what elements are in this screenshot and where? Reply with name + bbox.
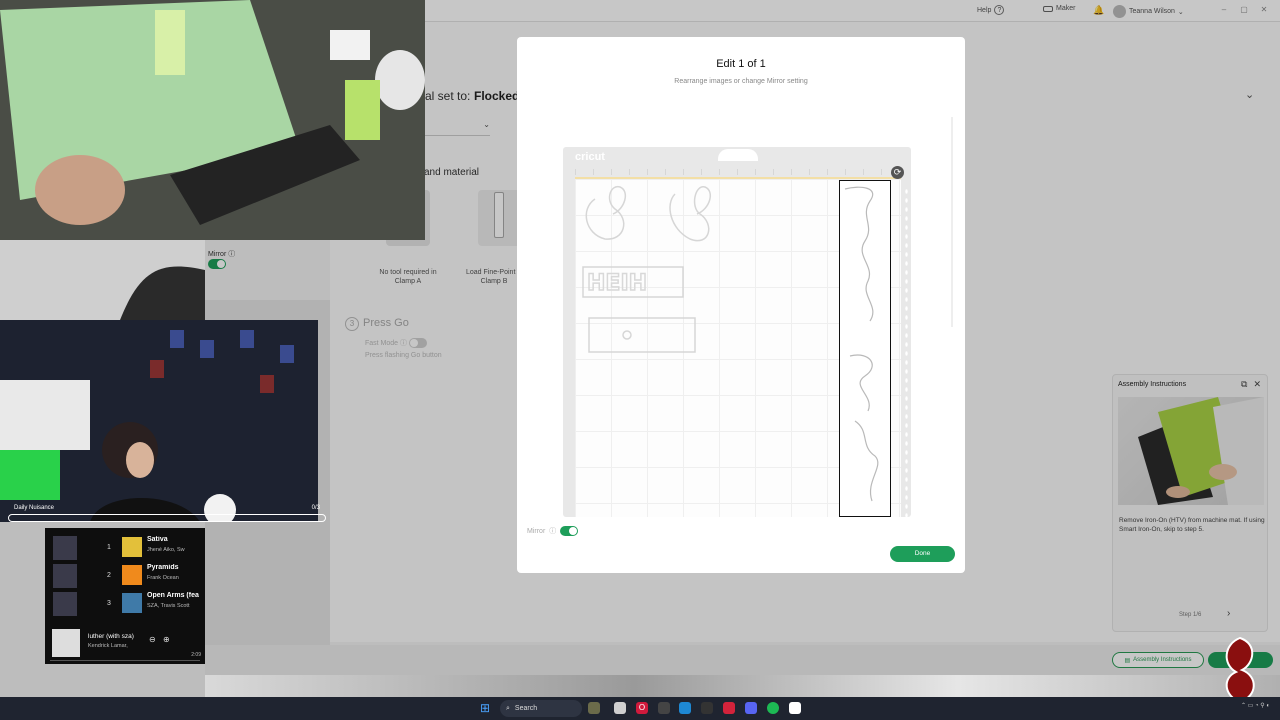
now-playing-progress <box>50 660 200 661</box>
modal-scrollbar[interactable] <box>951 117 953 327</box>
requester-avatars <box>53 564 77 588</box>
script-text-design <box>844 186 879 502</box>
streamer-logo <box>1218 634 1262 706</box>
search-icon: ⌕ <box>506 704 510 712</box>
taskbar-search[interactable]: ⌕ Search <box>500 700 582 717</box>
app-icon[interactable] <box>679 702 691 714</box>
mat-brand: cricut <box>575 151 605 163</box>
info-icon: ⓘ <box>549 528 557 535</box>
list-item: 2 Pyramids Frank Ocean <box>45 562 205 590</box>
mat-notch <box>718 149 758 161</box>
music-widget: 1 Sativa Jhené Aiko, Sw 2 Pyramids Frank… <box>45 528 205 664</box>
mat-side-dots <box>904 187 909 517</box>
svg-text:HEIH: HEIH <box>587 271 647 296</box>
discord-icon[interactable] <box>745 702 757 714</box>
windows-start-icon[interactable]: ⊞ <box>480 702 492 714</box>
cut-shape-swirl-2 <box>669 186 712 242</box>
facecam-image <box>0 320 318 522</box>
song-rank: 3 <box>107 600 111 607</box>
subgoal-count: 0/3 <box>311 505 320 511</box>
windows-taskbar: ⊞ ⌕ Search O ⌃ ▭ ◔ ⚲ ◐ <box>0 697 1280 720</box>
song-artist: Frank Ocean <box>147 575 179 581</box>
edit-mat-modal: Edit 1 of 1 Rearrange images or change M… <box>517 37 965 573</box>
opera-icon[interactable]: O <box>636 702 648 714</box>
requester-avatars <box>53 592 77 616</box>
app-icon[interactable] <box>723 702 735 714</box>
refresh-icon[interactable]: ⟳ <box>891 166 904 179</box>
cut-shape-word-2 <box>588 317 696 353</box>
modal-title: Edit 1 of 1 <box>716 58 766 70</box>
subgoal-progress-bar <box>8 514 326 522</box>
mat-cut-shapes: HEIH <box>582 186 712 353</box>
widgets-icon[interactable] <box>588 702 600 714</box>
streamer-logo-image <box>1225 636 1255 704</box>
epic-games-icon[interactable] <box>701 702 713 714</box>
song-rank: 1 <box>107 544 111 551</box>
room-camera-image <box>0 240 205 320</box>
now-playing-art <box>52 629 80 657</box>
done-button[interactable]: Done <box>890 546 955 562</box>
steam-icon[interactable] <box>658 702 670 714</box>
add-icon[interactable]: ⊕ <box>163 635 170 644</box>
spotify-icon[interactable] <box>767 702 779 714</box>
song-title: Pyramids <box>147 564 179 571</box>
album-art <box>122 537 142 557</box>
now-playing: luther (with sza) Kendrick Lamar, ⊖ ⊕ 2:… <box>45 626 205 664</box>
overhead-camera-image <box>0 0 425 240</box>
song-artist: SZA, Travis Scott <box>147 603 190 609</box>
remove-icon[interactable]: ⊖ <box>149 635 156 644</box>
overhead-camera-feed <box>0 0 425 240</box>
song-artist: Jhené Aiko, Sw <box>147 547 185 553</box>
list-item: 1 Sativa Jhené Aiko, Sw <box>45 534 205 562</box>
taskbar-search-label: Search <box>514 705 538 712</box>
facecam-feed <box>0 320 318 522</box>
selected-strip-design[interactable] <box>839 180 891 517</box>
system-tray[interactable]: ⌃ ▭ ◔ ⚲ ◐ <box>1241 702 1270 709</box>
modal-mirror-toggle[interactable] <box>560 526 579 536</box>
cut-shape-swirl-1 <box>585 186 627 240</box>
album-art <box>122 565 142 585</box>
song-rank: 2 <box>107 572 111 579</box>
task-view-icon[interactable] <box>614 702 626 714</box>
cutting-mat: cricut HEIH <box>563 147 911 517</box>
subgoal-label: Daily Nuisance <box>14 505 55 511</box>
modal-mirror-setting: Mirror ⓘ <box>527 526 579 536</box>
modal-subtitle: Rearrange images or change Mirror settin… <box>674 78 808 85</box>
room-camera-feed <box>0 240 205 320</box>
desktop-background-strip <box>205 675 1280 697</box>
cricut-icon[interactable] <box>789 702 801 714</box>
song-title: Open Arms (fea <box>147 592 199 599</box>
mat-ruler <box>575 169 901 175</box>
modal-mirror-label: Mirror <box>527 527 546 535</box>
now-playing-time: 2:09 <box>191 652 201 658</box>
album-art <box>122 593 142 613</box>
list-item: 3 Open Arms (fea SZA, Travis Scott <box>45 590 205 618</box>
now-playing-artist: Kendrick Lamar, <box>88 643 128 649</box>
song-title: Sativa <box>147 536 168 543</box>
now-playing-title: luther (with sza) <box>88 633 134 640</box>
requester-avatars <box>53 536 77 560</box>
